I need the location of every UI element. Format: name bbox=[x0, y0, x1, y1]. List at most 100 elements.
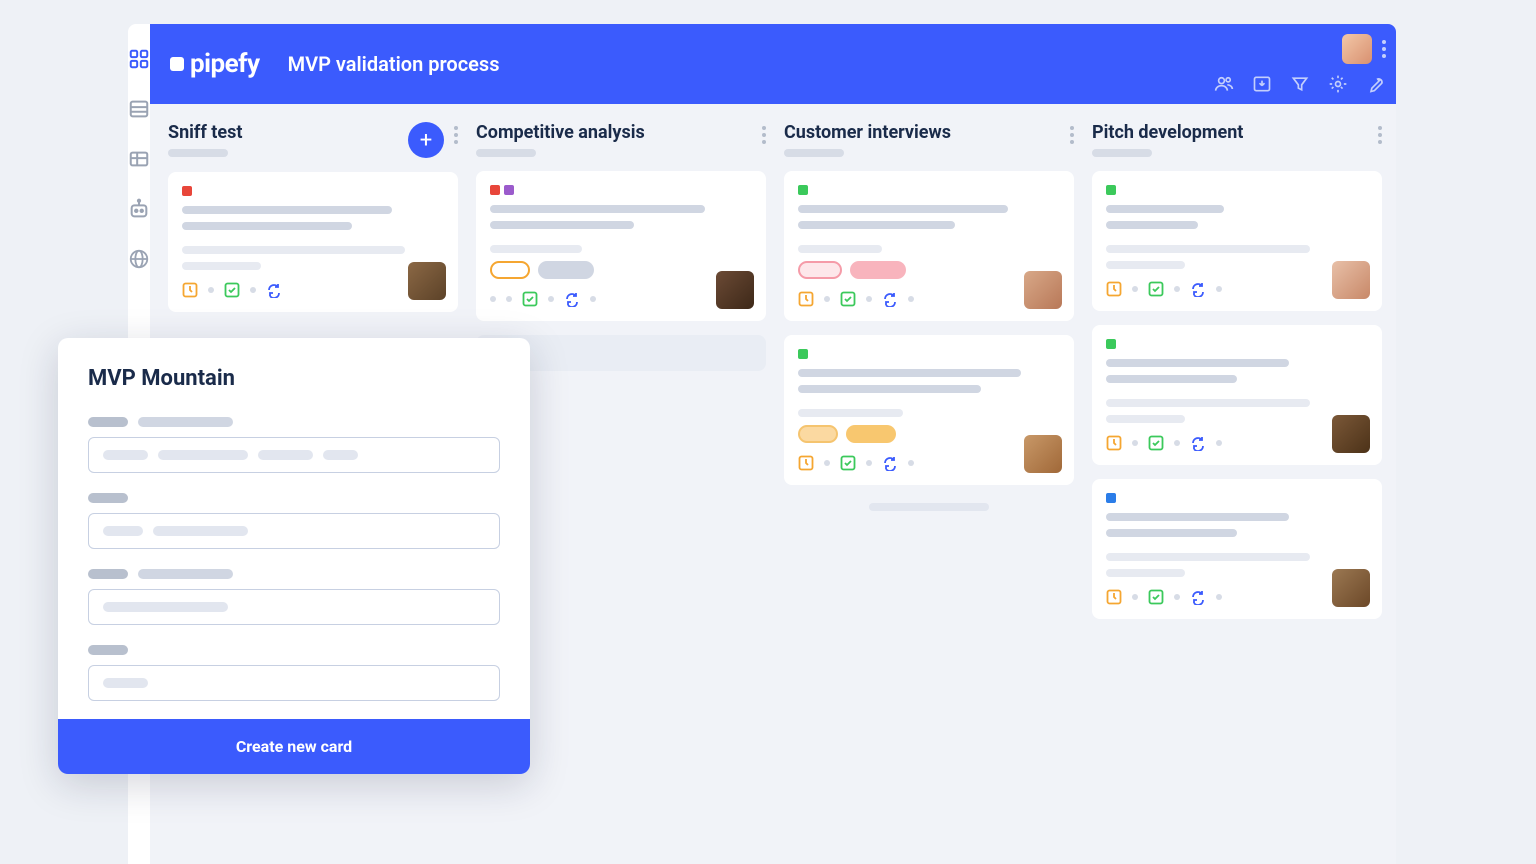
column-pitch-development: Pitch development bbox=[1092, 122, 1382, 864]
header-toolbar bbox=[1214, 74, 1386, 94]
form-input[interactable] bbox=[88, 513, 500, 549]
sync-icon bbox=[564, 291, 580, 307]
brand-logo: pipefy bbox=[170, 49, 260, 79]
clock-icon bbox=[1106, 281, 1122, 297]
column-more-icon[interactable] bbox=[1070, 126, 1074, 144]
field-label bbox=[88, 569, 500, 579]
card[interactable] bbox=[1092, 479, 1382, 619]
clock-icon bbox=[798, 291, 814, 307]
card-footer bbox=[1106, 281, 1368, 297]
column-more-icon[interactable] bbox=[454, 126, 458, 144]
list-icon[interactable] bbox=[128, 98, 150, 120]
globe-icon[interactable] bbox=[128, 248, 150, 270]
sync-icon bbox=[266, 282, 282, 298]
column-more-icon[interactable] bbox=[762, 126, 766, 144]
column-subtitle-skeleton bbox=[784, 149, 844, 157]
current-user-avatar[interactable] bbox=[1342, 34, 1372, 64]
table-icon[interactable] bbox=[128, 148, 150, 170]
filter-icon[interactable] bbox=[1290, 74, 1310, 94]
checklist-icon bbox=[1148, 281, 1164, 297]
card[interactable] bbox=[1092, 325, 1382, 465]
checklist-icon bbox=[840, 455, 856, 471]
card-footer bbox=[1106, 435, 1368, 451]
people-icon[interactable] bbox=[1214, 74, 1234, 94]
column-footer-skeleton bbox=[869, 503, 989, 511]
header-more-icon[interactable] bbox=[1382, 40, 1386, 58]
card[interactable] bbox=[784, 335, 1074, 485]
column-subtitle-skeleton bbox=[168, 149, 228, 157]
clock-icon bbox=[798, 455, 814, 471]
page-title: MVP validation process bbox=[288, 52, 500, 76]
form-input[interactable] bbox=[88, 437, 500, 473]
checklist-icon bbox=[840, 291, 856, 307]
settings-icon[interactable] bbox=[1328, 74, 1348, 94]
sync-icon bbox=[1190, 281, 1206, 297]
create-card-modal: MVP Mountain bbox=[58, 338, 530, 774]
import-icon[interactable] bbox=[1252, 74, 1272, 94]
card-footer bbox=[490, 291, 752, 307]
tag-red bbox=[182, 186, 192, 196]
create-card-submit-button[interactable]: Create new card bbox=[58, 719, 530, 774]
assignee-avatar[interactable] bbox=[716, 271, 754, 309]
field-label bbox=[88, 645, 500, 655]
clock-icon bbox=[1106, 589, 1122, 605]
card-footer bbox=[798, 291, 1060, 307]
modal-title: MVP Mountain bbox=[88, 366, 500, 391]
dashboard-icon[interactable] bbox=[128, 48, 150, 70]
sync-icon bbox=[1190, 589, 1206, 605]
assignee-avatar[interactable] bbox=[408, 262, 446, 300]
brand-text: pipefy bbox=[190, 49, 260, 79]
clock-icon bbox=[1106, 435, 1122, 451]
header-actions bbox=[1342, 34, 1386, 64]
tag-blue bbox=[1106, 493, 1116, 503]
column-title: Competitive analysis bbox=[476, 122, 752, 143]
assignee-avatar[interactable] bbox=[1332, 569, 1370, 607]
field-label bbox=[88, 417, 500, 427]
checklist-icon bbox=[1148, 589, 1164, 605]
form-input[interactable] bbox=[88, 665, 500, 701]
status-pill bbox=[490, 261, 530, 279]
card-footer bbox=[1106, 589, 1368, 605]
status-pill bbox=[798, 261, 842, 279]
status-pill bbox=[538, 261, 594, 279]
tag-green bbox=[1106, 185, 1116, 195]
column-customer-interviews: Customer interviews bbox=[784, 122, 1074, 864]
status-pill bbox=[798, 425, 838, 443]
clock-icon bbox=[182, 282, 198, 298]
sync-icon bbox=[882, 455, 898, 471]
sync-icon bbox=[1190, 435, 1206, 451]
bot-icon[interactable] bbox=[128, 198, 150, 220]
card[interactable] bbox=[784, 171, 1074, 321]
column-subtitle-skeleton bbox=[1092, 149, 1152, 157]
column-title: Customer interviews bbox=[784, 122, 1060, 143]
status-pill bbox=[846, 425, 896, 443]
tag-green bbox=[1106, 339, 1116, 349]
column-title: Sniff test bbox=[168, 122, 398, 143]
card-footer bbox=[182, 282, 444, 298]
checklist-icon bbox=[522, 291, 538, 307]
card-footer bbox=[798, 455, 1060, 471]
checklist-icon bbox=[224, 282, 240, 298]
assignee-avatar[interactable] bbox=[1332, 261, 1370, 299]
field-label bbox=[88, 493, 500, 503]
tag-red bbox=[490, 185, 500, 195]
column-subtitle-skeleton bbox=[476, 149, 536, 157]
tag-green bbox=[798, 349, 808, 359]
column-title: Pitch development bbox=[1092, 122, 1368, 143]
tag-green bbox=[798, 185, 808, 195]
tag-purple bbox=[504, 185, 514, 195]
sync-icon bbox=[882, 291, 898, 307]
assignee-avatar[interactable] bbox=[1024, 435, 1062, 473]
checklist-icon bbox=[1148, 435, 1164, 451]
add-card-button[interactable]: + bbox=[408, 122, 444, 158]
form-input[interactable] bbox=[88, 589, 500, 625]
assignee-avatar[interactable] bbox=[1332, 415, 1370, 453]
card[interactable] bbox=[1092, 171, 1382, 311]
status-pill bbox=[850, 261, 906, 279]
card[interactable] bbox=[476, 171, 766, 321]
column-more-icon[interactable] bbox=[1378, 126, 1382, 144]
header: pipefy MVP validation process bbox=[150, 24, 1396, 104]
assignee-avatar[interactable] bbox=[1024, 271, 1062, 309]
wrench-icon[interactable] bbox=[1366, 74, 1386, 94]
card[interactable] bbox=[168, 172, 458, 312]
